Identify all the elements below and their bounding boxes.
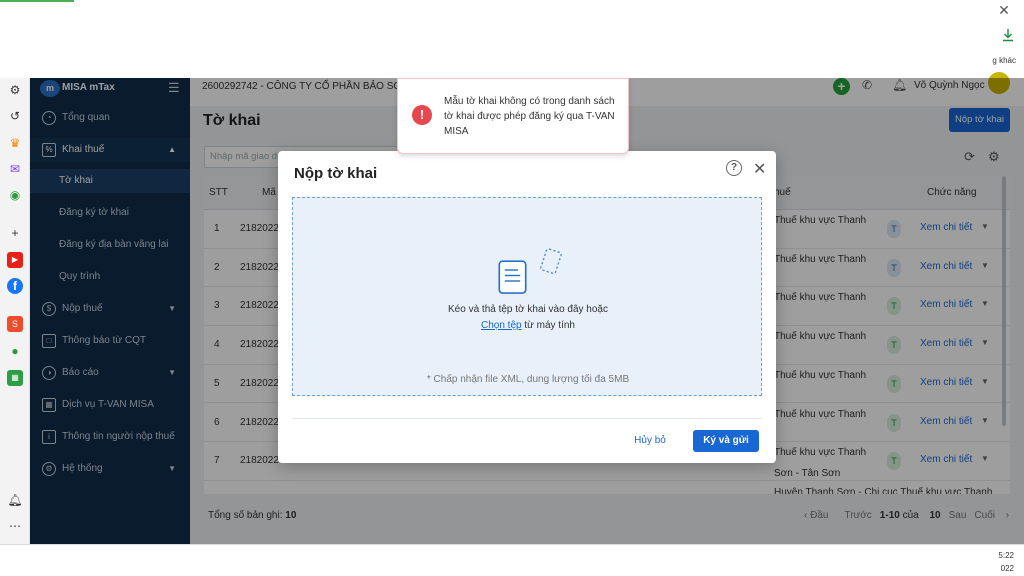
- history-icon[interactable]: ↺: [7, 108, 23, 124]
- dialog-title: Nộp tờ khai: [294, 165, 378, 182]
- choose-file-line: Chọn tệp từ máy tính: [293, 320, 763, 331]
- messenger-icon[interactable]: ✉: [7, 161, 23, 177]
- choose-file-link[interactable]: Chọn tệp: [481, 320, 522, 331]
- file-dropzone[interactable]: Kéo và thả tệp tờ khai vào đây hoặc Chọn…: [292, 197, 762, 396]
- clock-date: 022: [1000, 564, 1014, 573]
- toast-message: Mẫu tờ khai không có trong danh sách tờ …: [444, 96, 615, 137]
- sheet-icon[interactable]: ▦: [7, 370, 23, 386]
- add-icon[interactable]: +: [7, 225, 23, 241]
- drop-instructions: Kéo và thả tệp tờ khai vào đây hoặc: [448, 304, 608, 315]
- taskbar: 5:22 022: [0, 544, 1024, 576]
- error-toast: ! Mẫu tờ khai không có trong danh sách t…: [397, 78, 629, 154]
- chat-icon[interactable]: ●: [7, 343, 23, 359]
- help-icon[interactable]: ?: [726, 160, 742, 176]
- facebook-icon[interactable]: f: [7, 278, 23, 294]
- other-label: g khác: [992, 56, 1016, 65]
- divider: [292, 418, 762, 419]
- gamepad-icon[interactable]: ◉: [7, 187, 23, 203]
- bell-icon[interactable]: 🔔︎: [7, 492, 23, 508]
- progress-accent: [0, 0, 74, 2]
- clock-time: 5:22: [998, 551, 1014, 560]
- crown-icon[interactable]: ♛: [7, 135, 23, 151]
- browser-sidebar: ⚙ ↺ ♛ ✉ ◉ + ▶ f S ● ▦ 🔔︎ ⋯: [0, 78, 30, 544]
- download-icon[interactable]: [1000, 28, 1016, 44]
- sign-and-send-button[interactable]: Ký và gửi: [693, 430, 759, 452]
- more-icon[interactable]: ⋯: [7, 518, 23, 534]
- cancel-button[interactable]: Hủy bỏ: [624, 430, 676, 452]
- from-computer-label: từ máy tính: [524, 320, 575, 331]
- submit-declaration-dialog: Nộp tờ khai ? ✕ Kéo và thả tệp tờ khai v…: [278, 151, 776, 463]
- browser-top-strip: ✕ g khác: [0, 0, 1024, 78]
- document-icon: [498, 248, 562, 294]
- settings-icon[interactable]: ⚙: [7, 82, 23, 98]
- error-icon: !: [412, 105, 432, 125]
- youtube-icon[interactable]: ▶: [7, 252, 23, 268]
- accepted-format-note: * Chấp nhận file XML, dung lượng tối đa …: [426, 374, 630, 385]
- clock: 5:22 022: [998, 549, 1014, 575]
- shopee-icon[interactable]: S: [7, 316, 23, 332]
- close-icon[interactable]: ✕: [753, 159, 766, 179]
- close-window-icon[interactable]: ✕: [992, 2, 1016, 20]
